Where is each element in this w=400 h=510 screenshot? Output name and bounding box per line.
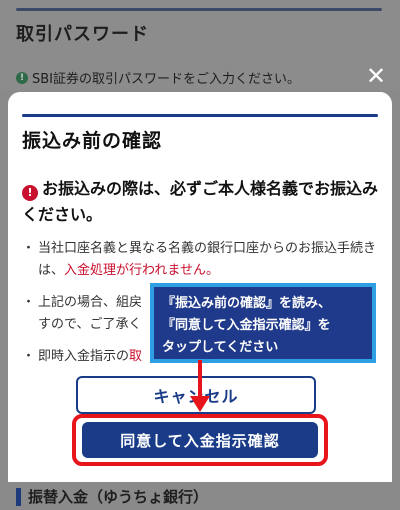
background-notice: ! SBI証券の取引パスワードをご入力ください。 [16,68,300,87]
callout-line-2: 『同意して入金指示確認』を [162,318,331,333]
section-marker [16,488,21,506]
background-divider [16,8,382,11]
modal-divider [22,114,378,117]
exclamation-icon: ! [22,185,38,201]
arrow-down-icon [190,396,210,412]
list-item: 当社口座名義と異なる名義の銀行口座からのお振込手続きは、入金処理が行われません。 [22,238,382,282]
instruction-callout: 『振込み前の確認』を読み、 『同意して入金指示確認』を タップしてください [150,283,376,363]
modal-title: 振込み前の確認 [22,130,163,152]
close-icon[interactable]: ✕ [364,64,388,88]
background-notice-text: SBI証券の取引パスワードをご入力ください。 [32,72,301,87]
background-title: 取引パスワード [16,24,149,45]
callout-line-1: 『振込み前の確認』を読み、 [162,296,332,311]
warning-message: ! お振込みの際は、必ずご本人様名義でお振込みください。 [22,176,382,228]
warning-text: お振込みの際は、必ずご本人様名義でお振込みください。 [22,179,379,224]
note-emphasis: 入金処理が行われません。 [64,263,219,278]
note-text: 即時入金指示の [38,349,130,364]
agree-confirm-button[interactable]: 同意して入金指示確認 [82,422,318,458]
note-text-cont: すので、ご了承く [38,317,142,332]
background-section-title: 振替入金（ゆうちょ銀行） [28,488,209,506]
callout-line-3: タップしてください [162,340,279,355]
info-icon: ! [16,71,28,84]
arrow-shaft [198,360,202,400]
note-text: 上記の場合、組戻 [38,295,143,310]
note-emphasis: 取 [129,349,143,364]
